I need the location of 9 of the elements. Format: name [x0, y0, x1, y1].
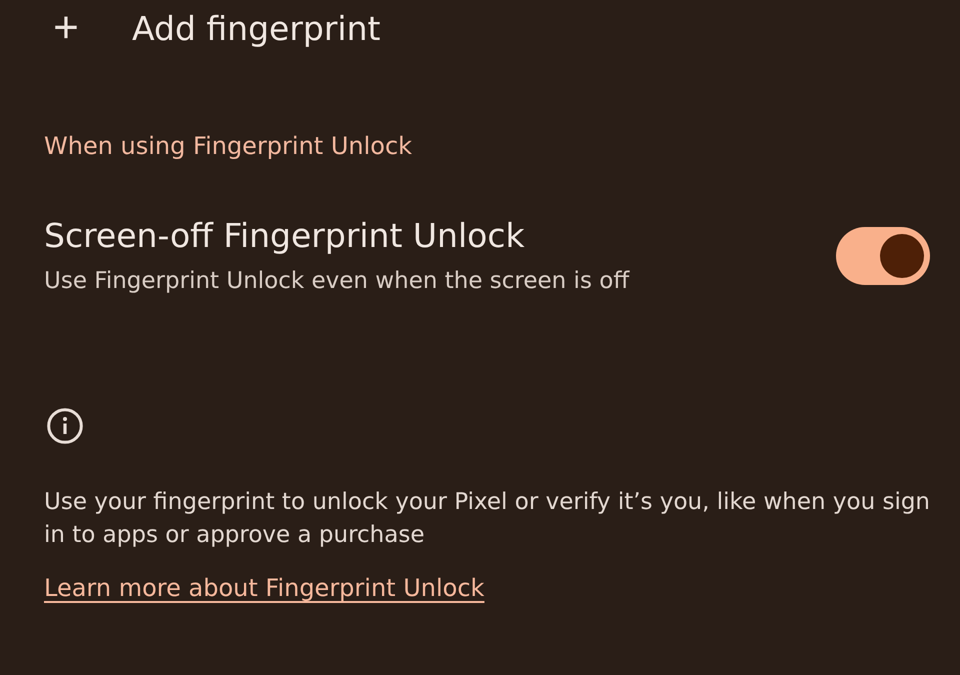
footer-description: Use your fingerprint to unlock your Pixel or verify it’s you, like when you sign in to apps or approve a purchase: [44, 488, 932, 550]
info-icon: [47, 408, 83, 444]
setting-summary: Use Fingerprint Unlock even when the screen is off: [44, 267, 630, 296]
section-header: When using Fingerprint Unlock: [44, 131, 414, 161]
add-fingerprint-item[interactable]: + Add fingerprint: [44, 0, 960, 56]
add-fingerprint-label: Add fingerprint: [132, 8, 380, 48]
learn-more-link[interactable]: Learn more about Fingerprint Unlock: [44, 573, 484, 603]
setting-title: Screen-off Fingerprint Unlock: [44, 216, 526, 256]
plus-icon: +: [46, 6, 86, 50]
